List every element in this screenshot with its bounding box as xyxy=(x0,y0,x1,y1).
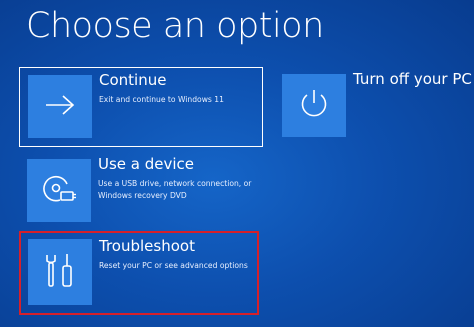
use-device-tile[interactable] xyxy=(27,159,91,222)
turn-off-tile[interactable] xyxy=(282,74,346,137)
use-device-description: Use a USB drive, network connection, or … xyxy=(98,178,251,202)
page-title: Choose an option xyxy=(26,6,324,46)
troubleshoot-description: Reset your PC or see advanced options xyxy=(99,261,248,270)
use-device-option[interactable]: Use a device Use a USB drive, network co… xyxy=(19,152,263,232)
continue-tile[interactable] xyxy=(28,75,92,138)
continue-description: Exit and continue to Windows 11 xyxy=(99,95,224,104)
disc-device-icon xyxy=(39,169,79,213)
tools-icon xyxy=(40,250,80,294)
turn-off-option[interactable]: Turn off your PC xyxy=(282,67,472,147)
use-device-description-line2: Windows recovery DVD xyxy=(98,191,187,200)
troubleshoot-tile[interactable] xyxy=(28,239,92,305)
continue-option[interactable]: Continue Exit and continue to Windows 11 xyxy=(19,67,263,147)
continue-title[interactable]: Continue xyxy=(99,71,166,89)
troubleshoot-option[interactable]: Troubleshoot Reset your PC or see advanc… xyxy=(19,231,259,315)
arrow-right-icon xyxy=(44,94,76,120)
troubleshoot-title[interactable]: Troubleshoot xyxy=(99,237,195,255)
use-device-description-line1: Use a USB drive, network connection, or xyxy=(98,179,252,188)
use-device-title[interactable]: Use a device xyxy=(98,155,194,173)
power-icon xyxy=(297,87,331,125)
recovery-screen: Choose an option Continue Exit and conti… xyxy=(0,0,474,327)
turn-off-title[interactable]: Turn off your PC xyxy=(353,70,472,88)
